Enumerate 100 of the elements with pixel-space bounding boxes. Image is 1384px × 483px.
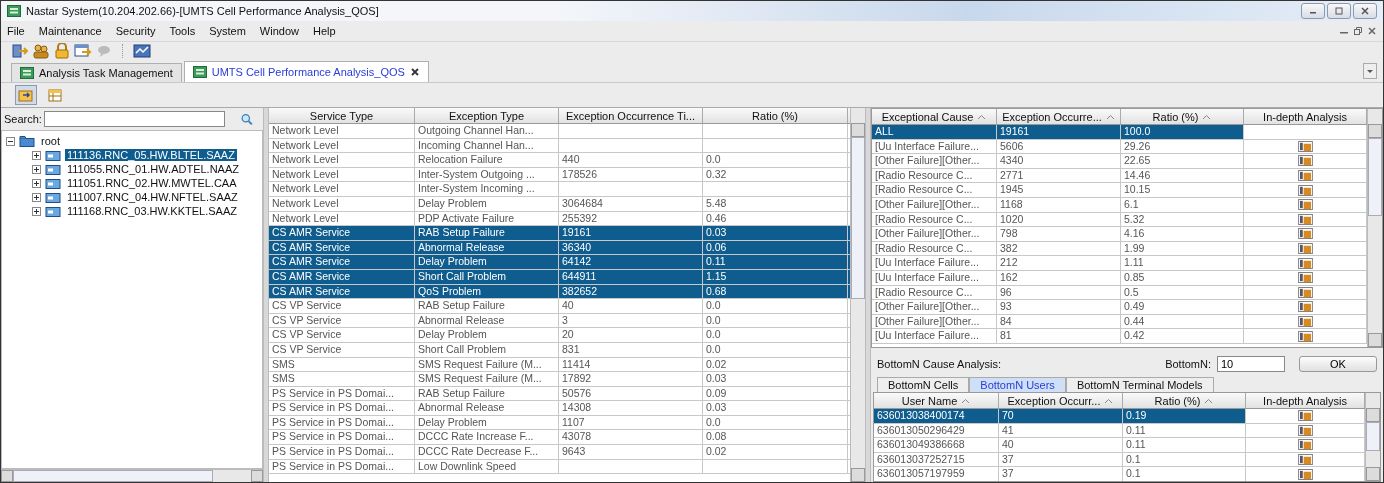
sort-icon[interactable] (1104, 397, 1114, 404)
door-arrow-icon[interactable] (11, 43, 29, 59)
tree-item[interactable]: 111168.RNC_03.HW.KKTEL.SAAZ (65, 205, 239, 217)
sort-icon[interactable] (961, 397, 971, 404)
close-icon[interactable] (409, 67, 420, 77)
sort-icon[interactable] (1202, 113, 1212, 120)
table-row[interactable]: PS Service in PS Domai... DCCC Rate Decrease F... 9643 0.02 (269, 445, 850, 460)
analysis-icon[interactable] (1297, 257, 1313, 269)
menu-item[interactable]: Help (313, 25, 336, 37)
lock-icon[interactable] (53, 43, 71, 59)
tree-item[interactable]: 111007.RNC_04.HW.NFTEL.SAAZ (65, 191, 240, 203)
column-header[interactable]: Ratio (%) (1123, 393, 1246, 408)
menu-item[interactable]: Tools (169, 25, 196, 37)
table-row[interactable]: CS AMR Service Delay Problem 64142 0.11 (269, 255, 850, 270)
column-header[interactable]: Exception Occurre... (997, 109, 1121, 124)
table-row[interactable]: 636013038400174 70 0.19 (874, 409, 1365, 424)
table-row[interactable]: [Radio Resource C... 2771 14.46 (872, 168, 1367, 184)
analysis-icon[interactable] (1297, 155, 1313, 167)
vertical-scrollbar[interactable] (1365, 393, 1380, 481)
table-row[interactable]: [Other Failure][Other... 93 0.49 (872, 300, 1367, 315)
analysis-icon[interactable] (1297, 184, 1313, 196)
sort-icon[interactable] (977, 113, 987, 120)
table-row[interactable]: PS Service in PS Domai... RAB Setup Failure 50576 0.09 (269, 386, 850, 402)
table-row[interactable]: [Uu Interface Failure... 162 0.85 (872, 270, 1367, 286)
table-row[interactable]: SMS SMS Request Failure (M... 11414 0.02 (269, 357, 850, 373)
column-header[interactable]: Exception Occurrence Ti... (559, 108, 703, 123)
analysis-icon[interactable] (1297, 454, 1313, 466)
table-row[interactable]: [Other Failure][Other... 1168 6.1 (872, 197, 1367, 213)
column-header[interactable]: Ratio (%) (703, 108, 848, 123)
table-row[interactable]: [Radio Resource C... 1945 10.15 (872, 183, 1367, 198)
column-header[interactable]: Exception Occurr... (999, 393, 1123, 408)
sort-icon[interactable] (1204, 397, 1214, 404)
expand-icon[interactable] (32, 206, 41, 216)
analysis-icon[interactable] (1297, 301, 1313, 313)
tab[interactable]: BottomN Terminal Models (1065, 377, 1214, 392)
table-row[interactable]: SMS SMS Request Failure (M... 17892 0.03 (269, 372, 850, 387)
analysis-icon[interactable] (1297, 199, 1313, 211)
menu-item[interactable]: Window (259, 25, 299, 37)
table-row[interactable]: CS AMR Service RAB Setup Failure 19161 0.03 (269, 226, 850, 241)
table-row[interactable]: CS VP Service RAB Setup Failure 40 0.0 (269, 299, 850, 314)
table-row[interactable]: Network Level Relocation Failure 440 0.0 (269, 153, 850, 168)
table-row[interactable]: PS Service in PS Domai... DCCC Rate Increase F... 43078 0.08 (269, 430, 850, 446)
table-row[interactable]: CS VP Service Abnormal Release 3 0.0 (269, 313, 850, 329)
menu-item[interactable]: File (7, 25, 25, 37)
analysis-icon[interactable] (1297, 243, 1313, 255)
table-row[interactable]: [Radio Resource C... 1020 5.32 (872, 212, 1367, 228)
table-row[interactable]: [Other Failure][Other... 4340 22.65 (872, 154, 1367, 169)
table-row[interactable]: Network Level Incoming Channel Han... (269, 138, 850, 154)
table-row[interactable]: 636013050296429 41 0.11 (874, 423, 1365, 439)
analysis-icon[interactable] (1297, 316, 1313, 327)
menu-item[interactable]: Security (115, 25, 156, 37)
tree-item[interactable]: 111136.RNC_05.HW.BLTEL.SAAZ (65, 149, 237, 161)
close-button[interactable] (1353, 3, 1377, 19)
analysis-icon[interactable] (1297, 424, 1313, 436)
table-row[interactable]: Network Level Outgoing Channel Han... (269, 124, 850, 139)
tab[interactable]: BottomN Cells (877, 377, 970, 392)
table-row[interactable]: [Uu Interface Failure... 81 0.42 (872, 329, 1367, 344)
document-tab[interactable]: Analysis Task Management (11, 63, 182, 82)
table-row[interactable]: ALL 19161 100.0 (872, 125, 1367, 140)
expand-icon[interactable] (32, 150, 41, 160)
column-header[interactable]: Service Type (269, 108, 415, 123)
table-row[interactable]: [Radio Resource C... 96 0.5 (872, 285, 1367, 301)
ok-button[interactable]: OK (1299, 356, 1377, 372)
analysis-icon[interactable] (1297, 330, 1313, 342)
table-row[interactable]: PS Service in PS Domai... Low Downlink Speed (269, 459, 850, 475)
table-row[interactable]: [Other Failure][Other... 84 0.44 (872, 314, 1367, 330)
analysis-icon[interactable] (1297, 170, 1313, 182)
table-row[interactable]: Network Level Inter-System Incoming ... (269, 182, 850, 197)
restore-icon[interactable] (1353, 26, 1363, 36)
expand-icon[interactable] (32, 164, 41, 174)
analysis-icon[interactable] (1297, 228, 1313, 240)
column-header[interactable]: User Name (874, 393, 999, 408)
sort-icon[interactable] (1105, 113, 1115, 120)
column-header[interactable]: Exception Type (415, 108, 559, 123)
table-row[interactable]: 636013037252715 37 0.1 (874, 452, 1365, 468)
table-row[interactable]: PS Service in PS Domai... Delay Problem 1107 0.0 (269, 415, 850, 431)
vertical-scrollbar[interactable] (1367, 109, 1382, 347)
table-row[interactable]: [Uu Interface Failure... 212 1.11 (872, 256, 1367, 271)
expand-icon[interactable] (32, 178, 41, 188)
monitor-icon[interactable] (133, 43, 151, 59)
table-row[interactable]: 636013049386668 40 0.11 (874, 438, 1365, 453)
table-row[interactable]: [Uu Interface Failure... 5606 29.26 (872, 139, 1367, 155)
table-row[interactable]: PS Service in PS Domai... Abnormal Release 14308 0.03 (269, 401, 850, 416)
dropdown-icon[interactable] (1363, 63, 1377, 79)
minimize-button[interactable] (1301, 3, 1325, 19)
horizontal-scrollbar[interactable] (1, 469, 263, 482)
vertical-scrollbar[interactable] (850, 108, 865, 482)
menu-item[interactable]: Maintenance (38, 25, 102, 37)
analysis-icon[interactable] (1297, 468, 1313, 480)
bottomn-field[interactable]: 10 (1217, 356, 1285, 372)
analysis-icon[interactable] (1297, 410, 1313, 422)
table-row[interactable]: [Other Failure][Other... 798 4.16 (872, 227, 1367, 242)
menu-item[interactable]: System (209, 25, 246, 37)
users-icon[interactable] (32, 43, 50, 59)
search-field[interactable] (43, 111, 225, 127)
table-row[interactable]: CS VP Service Short Call Problem 831 0.0 (269, 342, 850, 358)
analysis-icon[interactable] (1297, 286, 1313, 298)
table-row[interactable]: CS VP Service Delay Problem 20 0.0 (269, 328, 850, 343)
analysis-icon[interactable] (1297, 140, 1313, 152)
tree-item[interactable]: 111055.RNC_01.HW.ADTEL.NAAZ (65, 163, 241, 175)
